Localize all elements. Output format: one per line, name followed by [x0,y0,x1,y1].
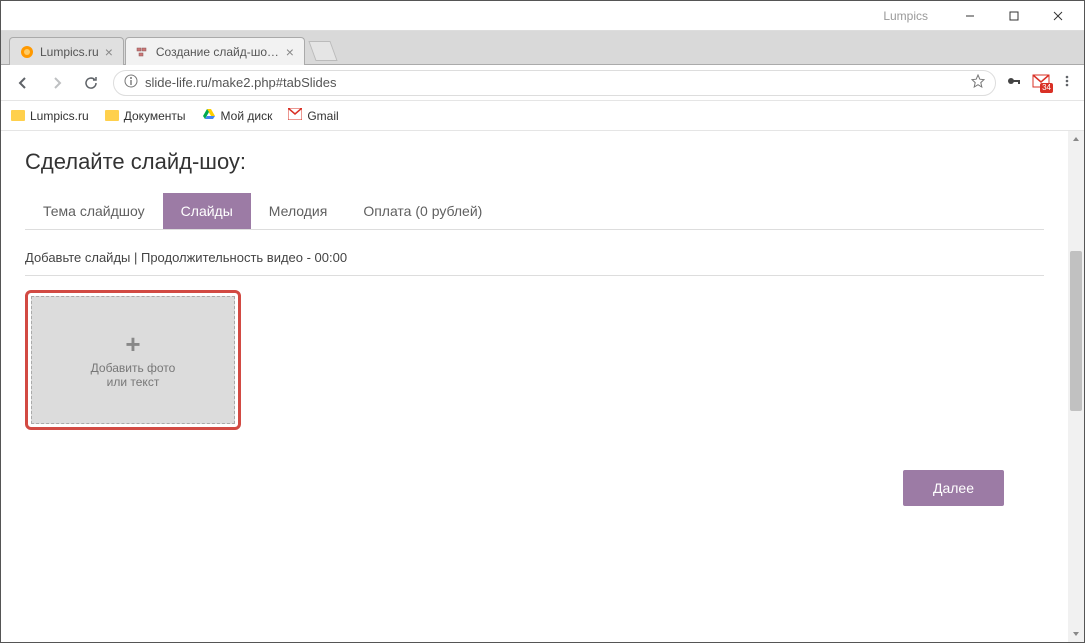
gmail-badge: 34 [1040,83,1053,93]
page-title: Сделайте слайд-шоу: [25,149,1044,175]
folder-icon [105,110,119,121]
bookmark-label: Мой диск [221,109,273,123]
bookmark-label: Документы [124,109,186,123]
window-titlebar: Lumpics [1,1,1084,31]
site-info-icon[interactable] [124,74,138,91]
plus-icon: + [125,331,140,357]
folder-icon [11,110,25,121]
bookmark-label: Gmail [307,109,338,123]
browser-tab-slidelife[interactable]: Создание слайд-шоу — × [125,37,305,65]
browser-tab-lumpics[interactable]: Lumpics.ru × [9,37,124,65]
favicon-lumpics [20,45,34,59]
gmail-icon [288,108,302,123]
browser-tab-title: Lumpics.ru [40,45,99,59]
back-button[interactable] [11,71,35,95]
vertical-scrollbar[interactable] [1068,131,1084,642]
scroll-thumb[interactable] [1070,251,1082,411]
add-slide-line1: Добавить фото [91,361,176,375]
key-icon[interactable] [1006,73,1022,92]
tab-slides[interactable]: Слайды [163,193,251,229]
tab-theme[interactable]: Тема слайдшоу [25,193,163,229]
page-content: Сделайте слайд-шоу: Тема слайдшоу Слайды… [1,131,1068,642]
bookmark-gmail[interactable]: Gmail [288,108,338,123]
close-icon[interactable]: × [286,44,294,60]
tab-melody[interactable]: Мелодия [251,193,346,229]
browser-tab-strip: Lumpics.ru × Создание слайд-шоу — × [1,31,1084,65]
url-text: slide-life.ru/make2.php#tabSlides [145,75,964,90]
menu-icon[interactable] [1060,74,1074,91]
add-slide-button[interactable]: + Добавить фото или текст [25,290,241,430]
address-bar-row: slide-life.ru/make2.php#tabSlides 34 [1,65,1084,101]
star-icon[interactable] [971,74,985,91]
bookmark-documents[interactable]: Документы [105,109,186,123]
close-icon[interactable]: × [105,44,113,60]
address-bar[interactable]: slide-life.ru/make2.php#tabSlides [113,70,996,96]
bookmarks-bar: Lumpics.ru Документы Мой диск Gmail [1,101,1084,131]
tab-payment[interactable]: Оплата (0 рублей) [345,193,500,229]
forward-button[interactable] [45,71,69,95]
browser-tab-title: Создание слайд-шоу — [156,45,280,59]
site-tabs: Тема слайдшоу Слайды Мелодия Оплата (0 р… [25,193,1044,230]
scroll-up-button[interactable] [1068,131,1084,147]
scroll-down-button[interactable] [1068,626,1084,642]
next-button[interactable]: Далее [903,470,1004,506]
new-tab-button[interactable] [308,41,337,61]
window-maximize-button[interactable] [992,2,1036,30]
instructions-text: Добавьте слайды | Продолжительность виде… [25,250,1044,276]
drive-icon [202,107,216,124]
window-title: Lumpics [883,9,928,23]
reload-button[interactable] [79,71,103,95]
bookmark-label: Lumpics.ru [30,109,89,123]
favicon-slidelife [136,45,150,59]
window-close-button[interactable] [1036,2,1080,30]
add-slide-line2: или текст [107,375,160,389]
bookmark-drive[interactable]: Мой диск [202,107,273,124]
bookmark-lumpics[interactable]: Lumpics.ru [11,109,89,123]
gmail-icon[interactable]: 34 [1032,74,1050,91]
window-minimize-button[interactable] [948,2,992,30]
